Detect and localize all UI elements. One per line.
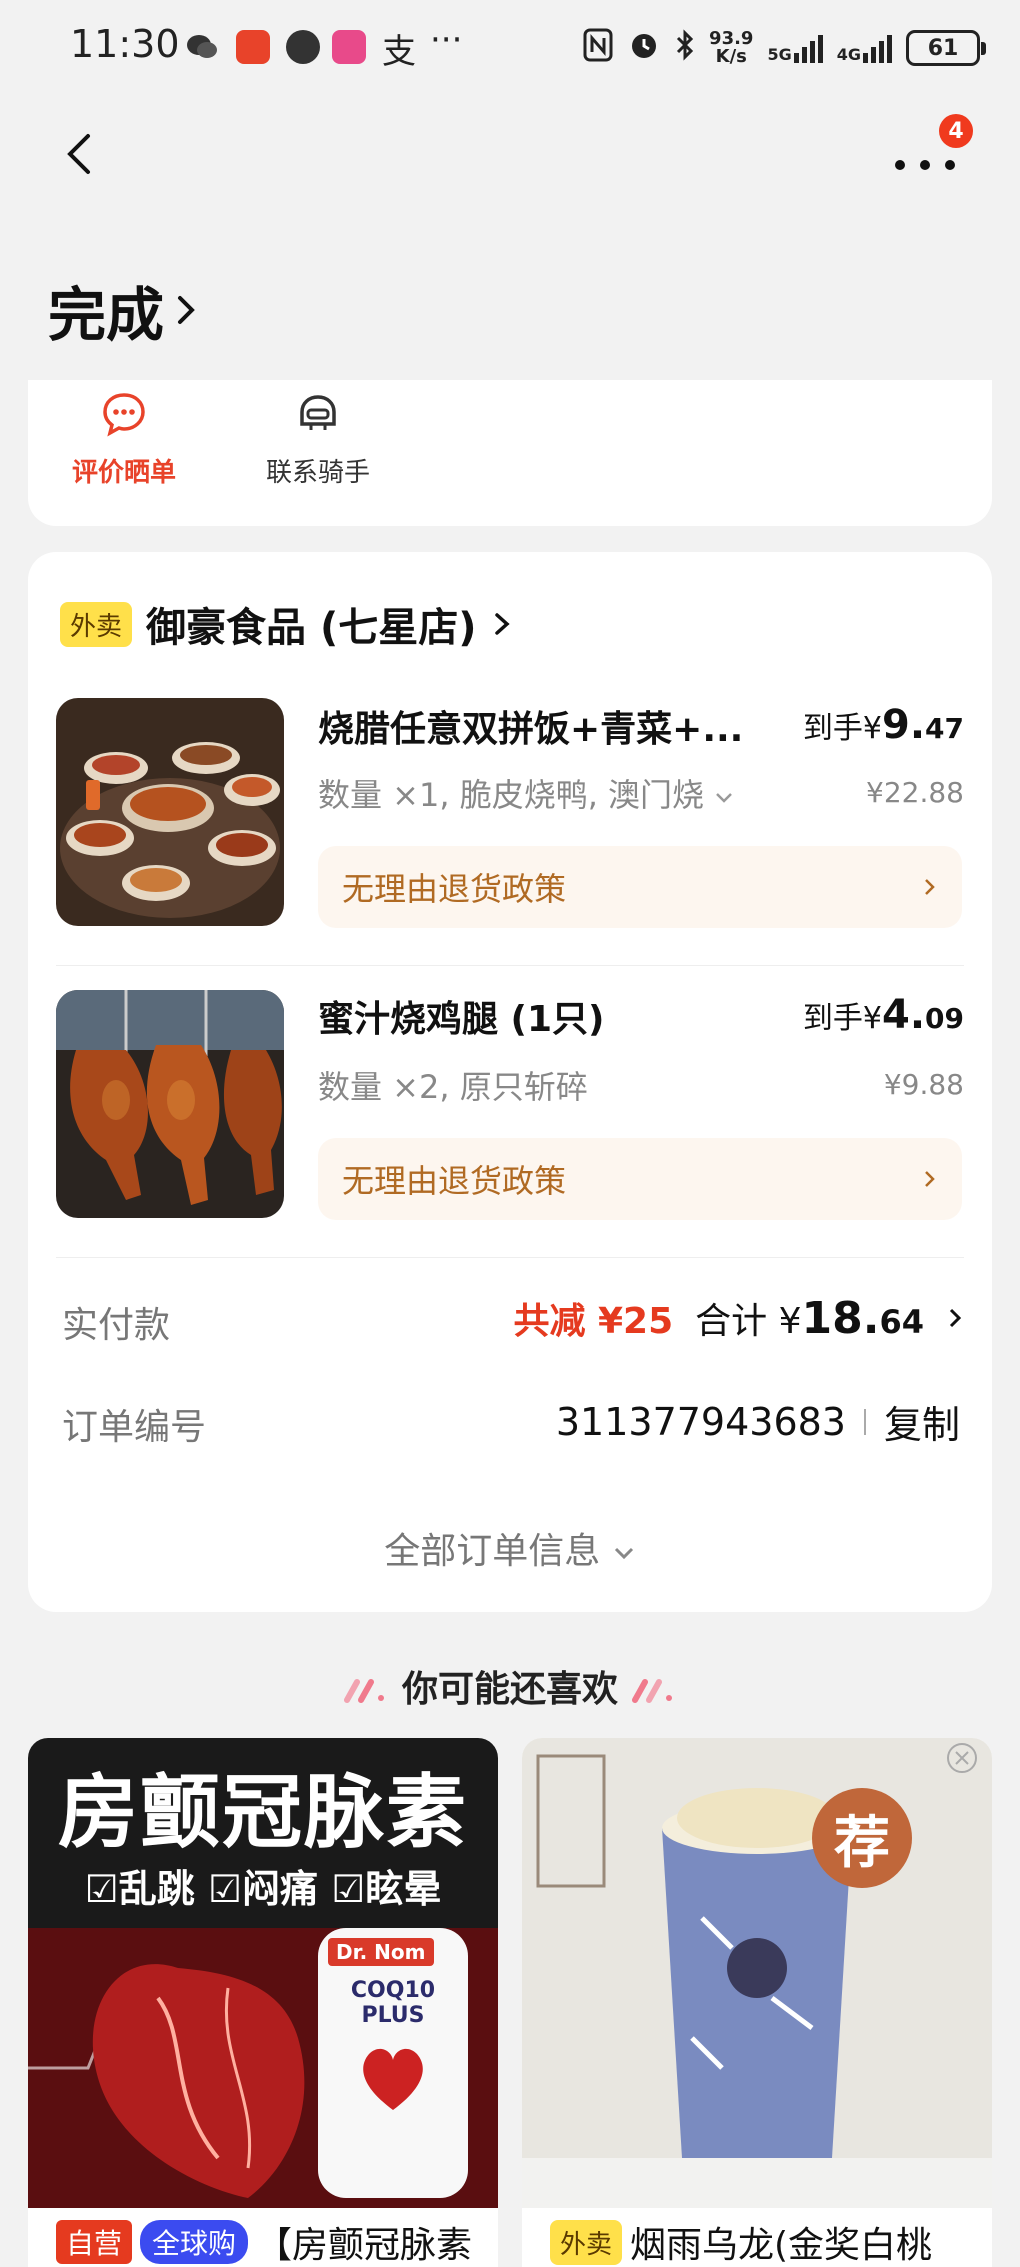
recommend-product-name: 【房颤冠脉素 [256,2225,473,2266]
net-speed: 93.9 K/s [709,28,754,67]
total-amount: 合计 ¥18.64 [695,1293,924,1344]
bottle-name: COQ10 PLUS [350,1978,436,2028]
rider-helmet-icon [294,390,342,438]
supplement-bottle: Dr. Nom COQ10 PLUS [318,1928,468,2198]
app-notification-icon [236,30,270,64]
app-notification-icon [332,30,366,64]
nfc-icon [583,28,613,69]
alarm-icon [627,28,661,69]
more-menu-button[interactable] [890,140,960,190]
decorative-strokes-icon [631,1679,672,1703]
status-time: 11:30 [70,22,180,66]
product-image: 房颤冠脉素 ☑乱跳 ☑闷痛 ☑眩晕 Dr. Nom COQ10 PLUS [28,1738,498,2208]
poster-symptoms: ☑乱跳 ☑闷痛 ☑眩晕 [84,1867,442,1911]
delivery-tag: 外卖 [60,601,133,647]
signal-4g: 4G [837,33,892,63]
signal-5g: 5G [767,33,823,63]
roast-meat-platter-image [56,698,284,926]
divider [56,965,964,966]
item-final-price: 到手¥4.09 [802,992,964,1038]
chevron-right-icon [178,296,195,324]
chevron-down-icon [614,1547,633,1560]
milk-tea-image [522,1738,992,2208]
recommend-card[interactable]: 房颤冠脉素 ☑乱跳 ☑闷痛 ☑眩晕 Dr. Nom COQ10 PLUS 自营 … [28,1738,498,2267]
wechat-icon [185,30,219,64]
order-number-label: 订单编号 [62,1407,207,1448]
recommend-product-name: 烟雨乌龙(金奖白桃 [630,2225,933,2266]
item-final-price: 到手¥9.47 [802,702,964,748]
item-thumbnail[interactable] [56,698,284,926]
chevron-left-icon [67,134,90,174]
copy-button[interactable]: 复制 [884,1394,960,1449]
shop-header[interactable]: 外卖 御豪食品 (七星店) [60,595,513,653]
item-thumbnail[interactable] [56,990,284,1218]
chevron-down-icon [716,793,733,803]
item-original-price: ¥9.88 [883,1068,964,1101]
self-operated-tag: 自营 [56,2220,133,2264]
notification-badge: 4 [939,114,973,148]
payment-label: 实付款 [62,1305,171,1346]
more-notifications-icon: ··· [430,20,463,60]
heart-icon [363,2048,423,2110]
all-order-info-toggle[interactable]: 全部订单信息 [0,1522,1020,1574]
item-spec[interactable]: 数量 ×2, 原只斩碎 [318,1062,588,1108]
recommend-badge: 荐 [812,1788,912,1888]
shop-name: 御豪食品 (七星店) [146,605,477,651]
poster-title: 房颤冠脉素 [58,1766,468,1859]
review-button[interactable]: 评价晒单 [44,390,204,489]
item-original-price: ¥22.88 [866,776,964,809]
chevron-right-icon [949,1308,962,1328]
separator [863,1408,866,1435]
decorative-strokes-icon [344,1679,385,1703]
recommend-title: 你可能还喜欢 [0,1660,1020,1712]
total-saving: 共减 ¥25 [513,1301,674,1342]
return-policy-row[interactable]: 无理由退货政策 [318,846,962,928]
payment-summary[interactable]: 共减 ¥25 合计 ¥18.64 [513,1292,964,1344]
signal-bars-icon [793,33,823,63]
recommend-card-footer: 自营 全球购 【房颤冠脉素 [28,2212,498,2267]
recommend-card[interactable]: 荐 外卖 烟雨乌龙(金奖白桃 [522,1738,992,2267]
status-bar: 11:30 支 ··· 93.9 K/s 5G 4G 61 [0,0,1020,96]
item-name[interactable]: 蜜汁烧鸡腿 (1只) [318,990,768,1042]
back-button[interactable] [58,126,98,182]
global-tag: 全球购 [140,2220,249,2264]
honey-chicken-leg-image [56,990,284,1218]
alipay-icon: 支 [382,32,416,72]
delivery-tag: 外卖 [550,2219,623,2265]
recommend-card-footer: 外卖 烟雨乌龙(金奖白桃 [522,2212,992,2267]
chevron-right-icon [925,1171,935,1187]
bottle-brand: Dr. Nom [328,1938,434,1966]
audio-app-icon [286,30,320,64]
order-number-value: 311377943683 [555,1399,846,1444]
divider [56,1257,964,1258]
chevron-right-icon [494,613,510,635]
signal-bars-icon [863,33,892,63]
chat-bubble-icon [100,390,148,438]
product-image: 荐 [522,1738,992,2208]
status-right-cluster: 93.9 K/s 5G 4G 61 [583,20,986,76]
battery-indicator: 61 [906,30,986,66]
order-status-title[interactable]: 完成 [48,268,200,352]
return-policy-row[interactable]: 无理由退货政策 [318,1138,962,1220]
chevron-right-icon [925,879,935,895]
more-dots-icon [895,160,955,170]
order-number-row: 311377943683 复制 [556,1394,960,1449]
bluetooth-icon [675,28,695,69]
contact-rider-button[interactable]: 联系骑手 [238,390,398,489]
item-name[interactable]: 烧腊任意双拼饭+青菜+... [318,700,768,752]
item-spec[interactable]: 数量 ×1, 脆皮烧鸭, 澳门烧 [318,770,734,816]
